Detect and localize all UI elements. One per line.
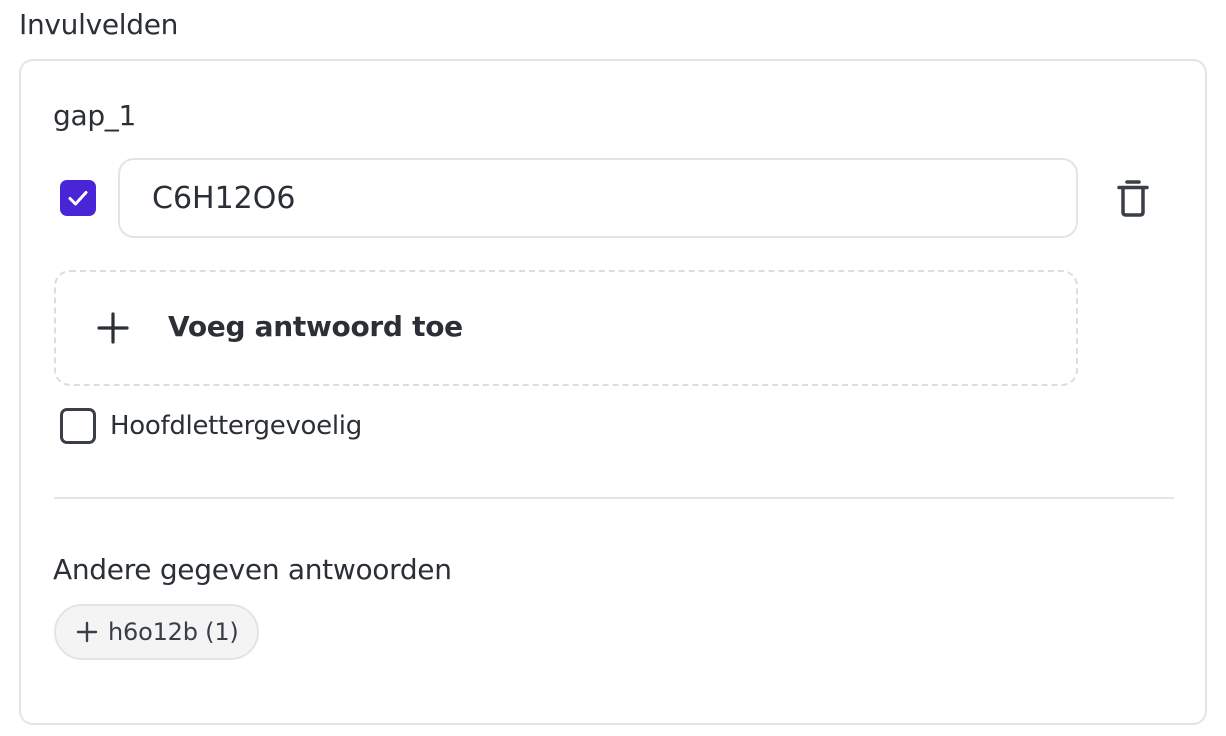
delete-answer-button[interactable] [1111,176,1155,220]
add-answer-label: Voeg antwoord toe [168,310,463,343]
plus-icon [97,312,129,344]
gap-label: gap_1 [53,99,137,132]
case-sensitive-checkbox[interactable] [60,408,96,444]
other-answers-title: Andere gegeven antwoorden [53,553,452,586]
gap-card: gap_1 Voeg antwoord toe Hoofdlettergevoe… [19,59,1207,725]
add-answer-button[interactable]: Voeg antwoord toe [54,270,1078,386]
case-sensitive-label[interactable]: Hoofdlettergevoelig [110,411,362,441]
chip-label: h6o12b (1) [108,618,239,646]
plus-icon [76,621,98,643]
checkmark-icon [68,191,88,206]
other-answer-chip[interactable]: h6o12b (1) [54,604,259,660]
divider [54,497,1174,499]
answer-input[interactable] [118,158,1078,238]
section-title: Invulvelden [19,8,179,41]
correct-answer-checkbox[interactable] [60,180,96,216]
trash-icon [1117,180,1149,217]
